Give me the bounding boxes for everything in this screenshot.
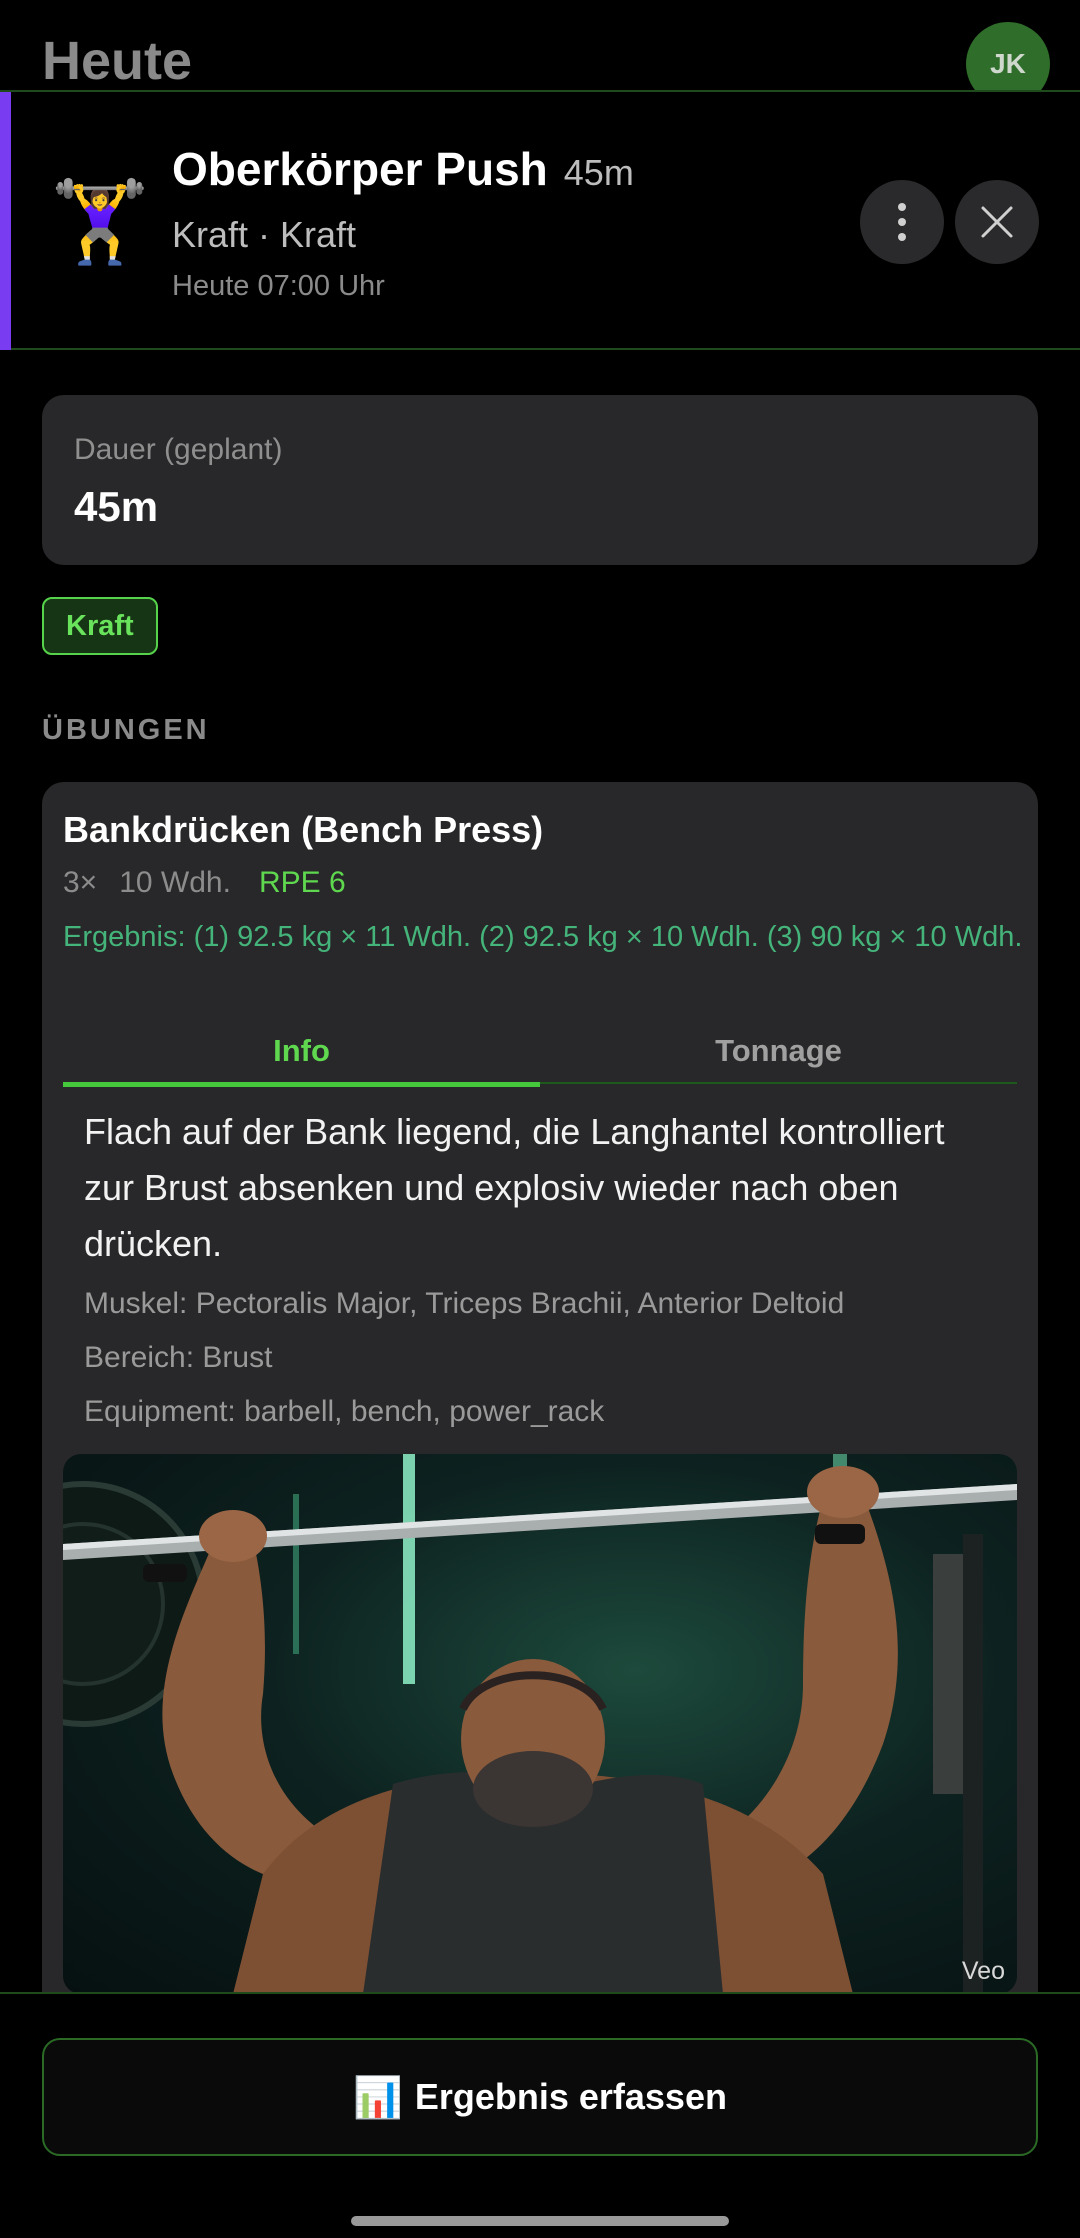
exercise-card: Bankdrücken (Bench Press) 3× 10 Wdh. RPE… bbox=[42, 782, 1038, 2002]
workout-detail-screen: Heute JK 🏋️‍♀️ Oberkörper Push 45m Kraft… bbox=[0, 0, 1080, 2238]
background-page-title: Heute bbox=[42, 31, 193, 91]
tab-tonnage[interactable]: Tonnage bbox=[540, 1018, 1017, 1084]
planned-duration-value: 45m bbox=[74, 483, 159, 530]
exercise-result: Ergebnis: (1) 92.5 kg × 11 Wdh. (2) 92.5… bbox=[63, 921, 1023, 953]
bottom-action-bar: 📊 Ergebnis erfassen bbox=[0, 1992, 1080, 2238]
workout-subtitle: Kraft · Kraft bbox=[172, 214, 357, 255]
category-tag: Kraft bbox=[42, 597, 158, 655]
exercise-sets: 3× bbox=[63, 866, 98, 899]
more-vertical-icon bbox=[898, 203, 906, 241]
close-button[interactable] bbox=[955, 180, 1039, 264]
workout-time: Heute 07:00 Uhr bbox=[172, 270, 385, 302]
home-indicator[interactable] bbox=[351, 2216, 729, 2226]
image-watermark: Veo bbox=[961, 1957, 1005, 1985]
exercise-meta: 3× 10 Wdh. RPE 6 bbox=[63, 866, 346, 900]
exercise-tabs: Info Tonnage bbox=[63, 1018, 1017, 1087]
more-options-button[interactable] bbox=[860, 180, 944, 264]
exercise-description: Flach auf der Bank liegend, die Langhant… bbox=[84, 1111, 945, 1264]
exercise-equipment: Equipment: barbell, bench, power_rack bbox=[84, 1395, 605, 1428]
exercise-muscles: Muskel: Pectoralis Major, Triceps Brachi… bbox=[84, 1287, 845, 1320]
record-result-button[interactable]: 📊 Ergebnis erfassen bbox=[42, 2038, 1038, 2156]
exercise-rpe: RPE 6 bbox=[258, 866, 346, 899]
active-tab-indicator bbox=[63, 1082, 540, 1087]
exercise-image: Veo bbox=[63, 1454, 1017, 1994]
weightlifter-icon: 🏋️‍♀️ bbox=[50, 177, 150, 266]
exercise-title: Bankdrücken (Bench Press) bbox=[63, 809, 544, 850]
workout-duration: 45m bbox=[563, 152, 634, 193]
bench-press-illustration bbox=[63, 1454, 1017, 1994]
workout-name: Oberkörper Push bbox=[172, 143, 548, 195]
exercise-reps: 10 Wdh. bbox=[119, 866, 231, 899]
close-icon bbox=[981, 206, 1013, 238]
tab-info[interactable]: Info bbox=[63, 1018, 540, 1087]
bar-chart-icon: 📊 bbox=[353, 2075, 403, 2120]
planned-duration-card: Dauer (geplant) 45m bbox=[42, 395, 1038, 565]
workout-accent-bar bbox=[0, 92, 11, 350]
workout-title-row: Oberkörper Push 45m bbox=[172, 142, 634, 196]
exercises-section-label: ÜBUNGEN bbox=[42, 714, 210, 746]
tab-tonnage-label: Tonnage bbox=[715, 1033, 842, 1068]
exercise-area: Bereich: Brust bbox=[84, 1341, 273, 1374]
planned-duration-label: Dauer (geplant) bbox=[74, 433, 283, 466]
tab-info-label: Info bbox=[273, 1033, 330, 1068]
record-result-label: Ergebnis erfassen bbox=[414, 2076, 727, 2117]
workout-header: 🏋️‍♀️ Oberkörper Push 45m Kraft · Kraft … bbox=[0, 90, 1080, 350]
